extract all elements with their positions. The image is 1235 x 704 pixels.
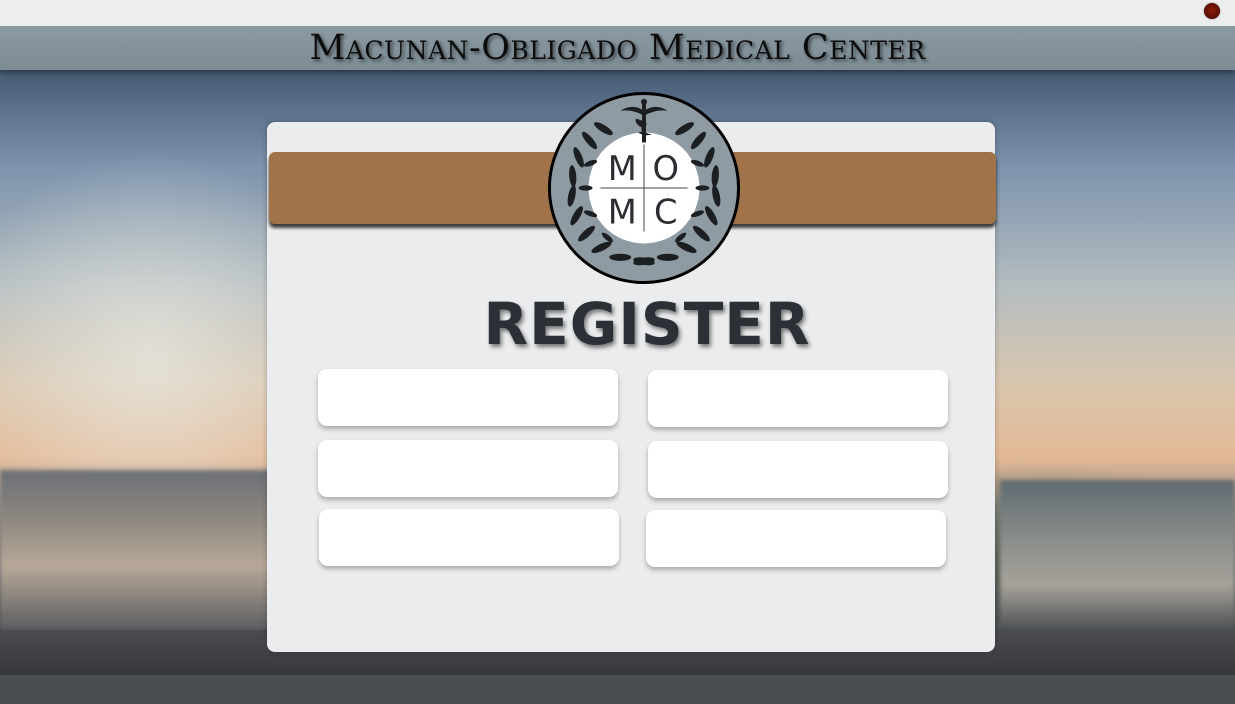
window-titlebar [0, 0, 1235, 26]
register-field-2[interactable] [648, 370, 948, 427]
register-field-1[interactable] [318, 369, 618, 426]
app-title: Macunan-Obligado Medical Center [309, 28, 926, 68]
background-building-left [0, 470, 280, 630]
register-title: REGISTER [483, 290, 811, 358]
close-dot-icon[interactable] [1204, 3, 1220, 19]
register-field-6[interactable] [646, 510, 946, 567]
register-field-4[interactable] [648, 441, 948, 498]
hospital-logo-icon: M O M C [547, 91, 741, 285]
background-building-right [1000, 480, 1235, 630]
bottom-strip [0, 675, 1235, 704]
logo-letter-tr: O [653, 149, 680, 188]
logo-letter-bl: M [608, 193, 637, 232]
register-field-3[interactable] [318, 440, 618, 497]
register-field-5[interactable] [319, 509, 619, 566]
logo-letter-br: C [654, 193, 678, 232]
logo-letter-tl: M [608, 149, 637, 188]
